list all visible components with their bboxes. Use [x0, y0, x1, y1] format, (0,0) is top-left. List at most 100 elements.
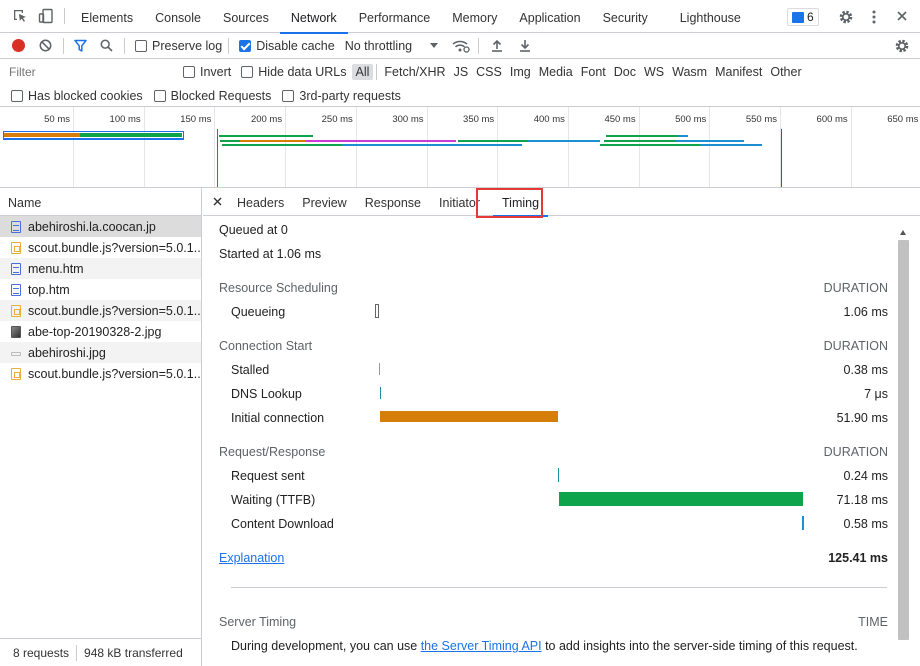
blocked-requests-checkbox[interactable]: Blocked Requests	[153, 89, 271, 103]
disable-cache-box[interactable]	[239, 39, 252, 52]
dom-content-loaded-marker	[217, 129, 218, 187]
server-timing-api-link[interactable]: the Server Timing API	[421, 639, 542, 653]
has-blocked-cookies-checkbox[interactable]: Has blocked cookies	[11, 89, 143, 103]
settings-gear-icon[interactable]	[838, 9, 854, 25]
hide-data-urls-box[interactable]	[241, 65, 254, 78]
invert-label: Invert	[200, 64, 232, 79]
tab-performance[interactable]: Performance	[348, 0, 442, 33]
document-file-icon	[11, 283, 21, 296]
tab-headers[interactable]: Headers	[228, 188, 293, 216]
hide-data-urls-label: Hide data URLs	[258, 64, 347, 79]
invert-box[interactable]	[183, 65, 195, 78]
blocked-requests-box[interactable]	[153, 89, 166, 102]
scroll-up-arrow-icon[interactable]	[900, 230, 906, 235]
tab-response[interactable]: Response	[356, 188, 430, 216]
filter-bar: Invert Hide data URLs All Fetch/XHR JS C…	[0, 59, 920, 107]
request-row[interactable]: top.htm	[0, 279, 201, 300]
disable-cache-label: Disable cache	[256, 38, 335, 53]
has-blocked-cookies-box[interactable]	[11, 89, 23, 102]
explanation-link[interactable]: Explanation	[219, 551, 284, 565]
overview-tick-line	[73, 107, 74, 187]
script-file-icon	[11, 367, 21, 380]
scrollbar-thumb[interactable]	[898, 240, 909, 640]
filter-type-all[interactable]: All	[351, 63, 374, 80]
request-row[interactable]: menu.htm	[0, 258, 201, 279]
duration-header: DURATION	[823, 339, 888, 353]
overview-tick-line	[285, 107, 287, 187]
request-row[interactable]: abehiroshi.la.coocan.jp	[0, 216, 201, 237]
filter-type-img[interactable]: Img	[506, 64, 535, 80]
overview-tick-label: 350 ms	[463, 114, 495, 125]
export-har-download-icon[interactable]	[519, 39, 531, 52]
timing-value-content-download: 0.58 ms	[843, 517, 888, 531]
invert-checkbox[interactable]: Invert	[183, 65, 231, 79]
tab-elements[interactable]: Elements	[70, 0, 144, 33]
divider	[228, 37, 230, 54]
close-detail-icon[interactable]	[213, 197, 222, 206]
filter-type-font[interactable]: Font	[577, 64, 610, 80]
tab-lighthouse[interactable]: Lighthouse	[669, 0, 752, 33]
search-icon[interactable]	[100, 39, 113, 52]
tab-preview[interactable]: Preview	[293, 188, 355, 216]
throttling-select[interactable]: No throttling	[345, 39, 439, 53]
request-list-panel: Name abehiroshi.la.coocan.jp scout.bundle…	[0, 188, 202, 666]
preserve-log-box[interactable]	[135, 39, 147, 52]
filter-type-doc[interactable]: Doc	[610, 64, 640, 80]
third-party-requests-box[interactable]	[282, 89, 295, 102]
filter-type-media[interactable]: Media	[535, 64, 577, 80]
tab-network[interactable]: Network	[279, 0, 348, 34]
section-divider	[231, 587, 887, 588]
filter-type-css[interactable]: CSS	[472, 64, 506, 80]
request-row[interactable]: scout.bundle.js?version=5.0.1...	[0, 363, 201, 384]
device-toolbar-icon[interactable]	[38, 8, 54, 24]
import-har-upload-icon[interactable]	[491, 39, 503, 52]
request-row[interactable]: abehiroshi.jpg	[0, 342, 201, 363]
network-overview-timeline[interactable]: 50 ms 100 ms 150 ms 200 ms 250 ms 300 ms 350 m…	[0, 107, 920, 188]
filter-type-wasm[interactable]: Wasm	[668, 64, 711, 80]
disable-cache-checkbox[interactable]: Disable cache	[239, 39, 335, 53]
tab-sources[interactable]: Sources	[212, 0, 280, 33]
messages-badge[interactable]: 6	[787, 8, 819, 26]
request-row[interactable]: scout.bundle.js?version=5.0.1...	[0, 237, 201, 258]
overview-tick-label: 600 ms	[816, 114, 848, 125]
filter-type-other[interactable]: Other	[766, 64, 805, 80]
server-timing-description: During development, you can use the Serv…	[231, 639, 858, 653]
timing-label-stalled: Stalled	[231, 363, 270, 377]
tab-security[interactable]: Security	[592, 0, 659, 33]
clear-button-icon[interactable]	[39, 39, 52, 52]
request-name: abe-top-20190328-2.jpg	[28, 324, 162, 339]
request-row[interactable]: abe-top-20190328-2.jpg	[0, 321, 201, 342]
tab-application[interactable]: Application	[508, 0, 591, 33]
filter-type-manifest[interactable]: Manifest	[711, 64, 766, 80]
network-settings-gear-icon[interactable]	[894, 38, 910, 54]
overview-tick-line	[497, 107, 499, 187]
name-column-header[interactable]: Name	[0, 188, 201, 216]
more-options-icon[interactable]	[872, 9, 876, 25]
close-devtools-icon[interactable]	[896, 10, 908, 22]
divider	[478, 37, 480, 54]
dropdown-arrow-icon	[430, 43, 439, 48]
inspect-element-icon[interactable]	[12, 8, 28, 24]
vertical-scrollbar[interactable]	[896, 224, 911, 644]
filter-type-ws[interactable]: WS	[640, 64, 668, 80]
filter-input[interactable]	[5, 62, 171, 81]
hide-data-urls-checkbox[interactable]: Hide data URLs	[241, 64, 347, 79]
overview-bar	[678, 135, 688, 137]
divider	[76, 644, 78, 661]
third-party-requests-checkbox[interactable]: 3rd-party requests	[282, 89, 401, 103]
section-resource-scheduling: Resource Scheduling	[219, 281, 338, 295]
request-row[interactable]: scout.bundle.js?version=5.0.1...	[0, 300, 201, 321]
tab-console[interactable]: Console	[144, 0, 212, 33]
filter-funnel-icon[interactable]	[74, 39, 87, 52]
script-file-icon	[11, 241, 21, 254]
divider	[64, 8, 65, 24]
overview-tick-line	[143, 107, 145, 187]
filter-type-js[interactable]: JS	[450, 64, 473, 80]
record-button-icon[interactable]	[12, 39, 25, 52]
filter-type-fetch-xhr[interactable]: Fetch/XHR	[380, 64, 449, 80]
network-conditions-wifi-icon[interactable]	[452, 39, 470, 53]
preserve-log-checkbox[interactable]: Preserve log	[135, 39, 222, 53]
request-count: 8 requests	[13, 645, 70, 660]
overview-tick-line	[214, 107, 216, 187]
tab-memory[interactable]: Memory	[441, 0, 508, 33]
